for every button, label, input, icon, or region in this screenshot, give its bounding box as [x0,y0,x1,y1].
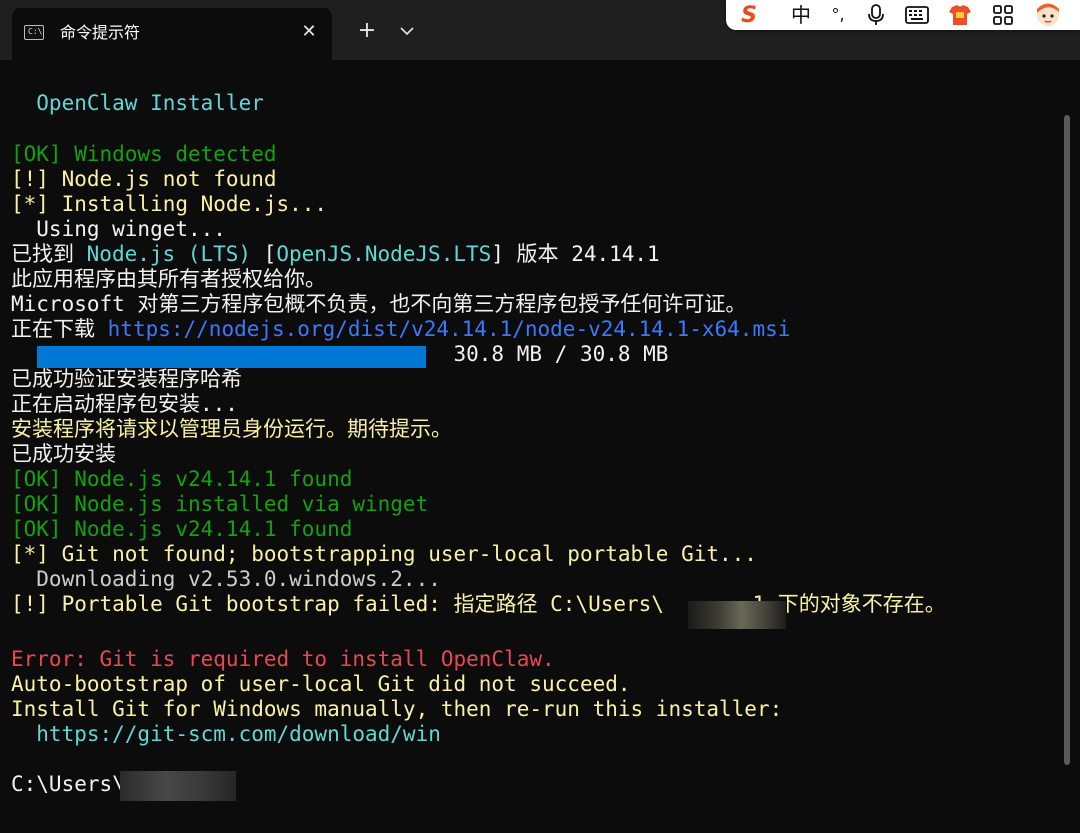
line-text: OpenClaw Installer [11,91,264,115]
output-line: 正在启动程序包安装... [11,392,238,417]
line-text: 正在启动程序包安装... [11,392,238,416]
output-line: 已成功安装 [11,442,116,467]
output-line: Install Git for Windows manually, then r… [11,697,782,722]
output-line: [OK] Node.js installed via winget [11,492,428,517]
line-text: 安装程序将请求以管理员身份运行。期待提示。 [11,417,452,441]
scrollbar[interactable] [1064,115,1070,765]
output-line: 已成功验证安装程序哈希 [11,367,242,392]
line-text: [*] Git not found; bootstrapping user-lo… [11,542,757,566]
chevron-down-icon[interactable] [397,20,417,42]
ime-punctuation-toggle[interactable]: °, [824,0,852,30]
output-line: [OK] Windows detected [11,142,277,167]
terminal-icon-glyph: C:\ [28,27,43,36]
output-line: [!] Node.js not found [11,167,277,192]
error-text: Error: Git is required to install OpenCl… [11,647,555,671]
line-text: [!] Portable Git bootstrap failed: 指定路径 … [11,592,946,616]
redacted-username [688,601,786,629]
output-line: Error: Git is required to install OpenCl… [11,647,555,672]
sogou-logo-icon[interactable]: S [734,0,764,30]
line-text: [OK] Node.js v24.14.1 found [11,467,353,491]
command-prompt-line[interactable]: C:\Users\ [11,772,125,797]
output-line: 已找到 Node.js (LTS) [OpenJS.NodeJS.LTS] 版本… [11,242,660,267]
download-size-text: 30.8 MB / 30.8 MB [11,342,669,366]
output-line: Auto-bootstrap of user-local Git did not… [11,672,631,697]
output-line: https://git-scm.com/download/win [11,722,441,747]
line-segment: ] 版本 24.14.1 [491,242,660,266]
line-text: Microsoft 对第三方程序包概不负责，也不向第三方程序包授予任何许可证。 [11,292,747,316]
tab-title: 命令提示符 [60,23,141,42]
terminal-icon: C:\ [24,25,44,40]
output-line: 正在下载 https://nodejs.org/dist/v24.14.1/no… [11,317,790,342]
sogou-logo-glyph: S [741,3,757,28]
ime-language-toggle[interactable]: 中 [786,0,816,30]
new-tab-button[interactable]: + [356,18,378,44]
output-line: Downloading v2.53.0.windows.2... [11,567,441,592]
output-line: Microsoft 对第三方程序包概不负责，也不向第三方程序包授予任何许可证。 [11,292,746,317]
output-line: Using winget... [11,217,226,242]
prompt-text: C:\Users\ [11,772,125,796]
close-tab-icon[interactable]: ✕ [298,21,320,43]
line-segment: Node.js (LTS) [86,242,252,266]
installer-title-line: OpenClaw Installer [11,91,264,116]
keyboard-icon[interactable] [902,0,932,30]
line-segment: [ [251,242,277,266]
line-text: [OK] Node.js installed via winget [11,492,429,516]
output-line: [*] Installing Node.js... [11,192,327,217]
line-text: [OK] Node.js v24.14.1 found [11,517,353,541]
line-segment: 正在下载 [11,317,108,341]
mascot-avatar-icon[interactable] [1030,0,1066,30]
output-line: 30.8 MB / 30.8 MB [11,342,669,367]
git-download-link[interactable]: https://git-scm.com/download/win [11,722,441,746]
output-line: 此应用程序由其所有者授权给你。 [11,267,326,292]
line-text: 已成功安装 [11,442,116,466]
microphone-icon[interactable] [862,0,890,30]
skin-shirt-icon[interactable] [944,0,976,30]
output-line: [*] Git not found; bootstrapping user-lo… [11,542,757,567]
line-text: Using winget... [11,217,226,241]
line-text: [*] Installing Node.js... [11,192,328,216]
line-text: 此应用程序由其所有者授权给你。 [11,267,326,291]
output-line: [!] Portable Git bootstrap failed: 指定路径 … [11,592,946,617]
line-text: [!] Node.js not found [11,167,277,191]
tab-command-prompt[interactable]: C:\ 命令提示符 ✕ [12,8,332,60]
redacted-username [120,771,236,801]
output-line: [OK] Node.js v24.14.1 found [11,517,352,542]
line-segment: 已找到 [11,242,87,266]
line-text: [OK] Windows detected [11,142,277,166]
output-line: 安装程序将请求以管理员身份运行。期待提示。 [11,417,452,442]
line-segment: OpenJS.NodeJS.LTS [276,242,492,266]
terminal-output[interactable]: OpenClaw Installer [OK] Windows detected… [0,60,1080,833]
line-text: Install Git for Windows manually, then r… [11,697,783,721]
ime-toolbar: S 中 °, [726,0,1080,30]
line-text: Auto-bootstrap of user-local Git did not… [11,672,631,696]
download-link[interactable]: https://nodejs.org/dist/v24.14.1/node-v2… [108,317,791,341]
output-line: [OK] Node.js v24.14.1 found [11,467,352,492]
line-text: 已成功验证安装程序哈希 [11,367,242,391]
line-text: Downloading v2.53.0.windows.2... [11,567,441,591]
toolbox-grid-icon[interactable] [988,0,1018,30]
